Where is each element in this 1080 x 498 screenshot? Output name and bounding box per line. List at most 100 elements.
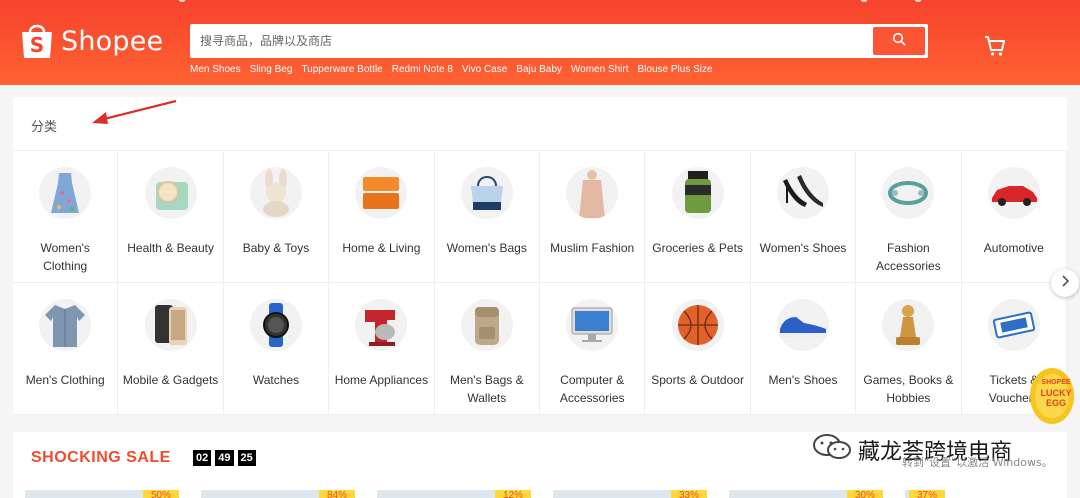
category-womens-clothing[interactable]: Women's Clothing xyxy=(13,151,119,283)
hot-word-link[interactable]: Tupperware Bottle xyxy=(301,64,382,75)
sale-item[interactable]: 12% xyxy=(377,490,531,498)
lucky-egg-line: LUCKY xyxy=(1040,388,1072,398)
category-mobile-gadgets[interactable]: Mobile & Gadgets xyxy=(118,283,224,415)
basketball-icon xyxy=(671,299,724,351)
category-label: Women's Shoes xyxy=(759,241,847,255)
category-mens-bags-wallets[interactable]: Men's Bags & Wallets xyxy=(434,283,540,415)
top-dot-icon xyxy=(178,0,186,2)
search-button[interactable] xyxy=(873,27,925,55)
lucky-egg-line: SHOPEE xyxy=(1041,379,1071,386)
annotation-arrow-icon xyxy=(92,99,177,124)
compact-icon xyxy=(144,167,197,219)
mixer-icon xyxy=(355,299,408,351)
category-groceries-pets[interactable]: Groceries & Pets xyxy=(645,151,751,283)
category-label: Mobile & Gadgets xyxy=(122,373,219,387)
svg-text:S: S xyxy=(30,33,44,57)
category-games-books-hobbies[interactable]: Games, Books & Hobbies xyxy=(856,283,962,415)
category-label: Men's Bags & Wallets xyxy=(449,373,524,405)
shirt-icon xyxy=(39,299,92,351)
hot-word-link[interactable]: Sling Beg xyxy=(250,64,293,75)
timer-hours: 02 xyxy=(193,450,212,466)
category-womens-shoes[interactable]: Women's Shoes xyxy=(750,151,857,283)
top-header: S Shopee Men Shoes Sling Beg Tupperware … xyxy=(0,0,1080,85)
category-label: Fashion Accessories xyxy=(876,241,941,273)
dress-icon xyxy=(39,167,92,219)
category-automotive[interactable]: Automotive xyxy=(961,151,1067,283)
phone-icon xyxy=(144,299,197,351)
sale-item[interactable]: 84% xyxy=(201,490,355,498)
hot-word-link[interactable]: Vivo Case xyxy=(462,64,507,75)
category-watches[interactable]: Watches xyxy=(223,283,330,415)
search-input[interactable] xyxy=(200,32,860,50)
category-label: Games, Books & Hobbies xyxy=(863,373,954,405)
monitor-icon xyxy=(566,299,619,351)
timer-minutes: 49 xyxy=(215,450,234,466)
timer-seconds: 25 xyxy=(237,450,256,466)
category-baby-toys[interactable]: Baby & Toys xyxy=(223,151,330,283)
category-mens-clothing[interactable]: Men's Clothing xyxy=(13,283,119,415)
tote-bag-icon xyxy=(460,167,513,219)
car-icon xyxy=(987,167,1040,219)
discount-badge: 30% xyxy=(847,490,883,498)
sale-item[interactable]: 37% xyxy=(905,490,945,498)
category-label: Computer & Accessories xyxy=(559,373,625,405)
hot-word-link[interactable]: Women Shirt xyxy=(571,64,629,75)
category-label: Sports & Outdoor xyxy=(651,373,744,387)
cart-icon[interactable] xyxy=(983,34,1007,58)
countdown-timer: 02 49 25 xyxy=(193,450,256,466)
hot-word-link[interactable]: Redmi Note 8 xyxy=(392,64,453,75)
category-label: Men's Shoes xyxy=(768,373,838,387)
category-label: Women's Clothing xyxy=(40,241,90,273)
ticket-icon xyxy=(987,299,1040,351)
hot-search-words: Men Shoes Sling Beg Tupperware Bottle Re… xyxy=(190,64,713,75)
chess-pawn-icon xyxy=(882,299,935,351)
category-health-beauty[interactable]: Health & Beauty xyxy=(118,151,224,283)
discount-badge: 12% xyxy=(495,490,531,498)
backpack-icon xyxy=(460,299,513,351)
discount-badge: 37% xyxy=(909,490,945,498)
category-label: Muslim Fashion xyxy=(550,241,635,255)
category-fashion-accessories[interactable]: Fashion Accessories xyxy=(856,151,962,283)
heels-icon xyxy=(776,167,829,219)
top-dot-icon xyxy=(860,0,868,2)
sale-item[interactable]: 30% xyxy=(729,490,883,498)
category-sports-outdoor[interactable]: Sports & Outdoor xyxy=(645,283,751,415)
discount-badge: 84% xyxy=(319,490,355,498)
wechat-icon xyxy=(812,432,852,467)
category-panel: 分类 Women's Clothing Health & Beauty Baby… xyxy=(13,97,1067,415)
watch-icon xyxy=(249,299,302,351)
sale-item[interactable]: 50% xyxy=(25,490,179,498)
category-label: Watches xyxy=(252,373,300,387)
discount-badge: 50% xyxy=(143,490,179,498)
category-home-living[interactable]: Home & Living xyxy=(329,151,435,283)
lucky-egg-line: EGG xyxy=(1045,398,1066,408)
category-home-appliances[interactable]: Home Appliances xyxy=(329,283,435,415)
hot-word-link[interactable]: Baju Baby xyxy=(516,64,562,75)
lucky-egg-label: SHOPEE LUCKY EGG xyxy=(1036,378,1076,408)
container-icon xyxy=(355,167,408,219)
shopee-logo-icon: S xyxy=(20,22,54,60)
robe-icon xyxy=(566,167,619,219)
brand-name: Shopee xyxy=(61,25,164,57)
category-label: Men's Clothing xyxy=(25,373,105,387)
search-bar xyxy=(190,24,928,58)
hot-word-link[interactable]: Men Shoes xyxy=(190,64,241,75)
category-label: Home & Living xyxy=(342,241,421,255)
jar-icon xyxy=(671,167,724,219)
category-title: 分类 xyxy=(31,120,58,135)
sneaker-icon xyxy=(776,299,829,351)
category-mens-shoes[interactable]: Men's Shoes xyxy=(750,283,857,415)
category-muslim-fashion[interactable]: Muslim Fashion xyxy=(540,151,646,283)
category-womens-bags[interactable]: Women's Bags xyxy=(434,151,540,283)
carousel-next-button[interactable] xyxy=(1051,269,1079,297)
windows-activation-notice: 转到"设置"以激活 Windows。 xyxy=(902,456,1053,469)
category-computer-accessories[interactable]: Computer & Accessories xyxy=(540,283,646,415)
discount-badge: 33% xyxy=(671,490,707,498)
sale-item[interactable]: 33% xyxy=(553,490,707,498)
category-label: Baby & Toys xyxy=(242,241,310,255)
hot-word-link[interactable]: Blouse Plus Size xyxy=(638,64,713,75)
shocking-sale-title[interactable]: SHOCKING SALE xyxy=(31,449,171,467)
shopee-logo[interactable]: S Shopee xyxy=(20,22,163,60)
chevron-right-icon xyxy=(1060,274,1070,292)
sale-items-row: 50% 84% 12% 33% 30% 37% xyxy=(25,490,945,498)
